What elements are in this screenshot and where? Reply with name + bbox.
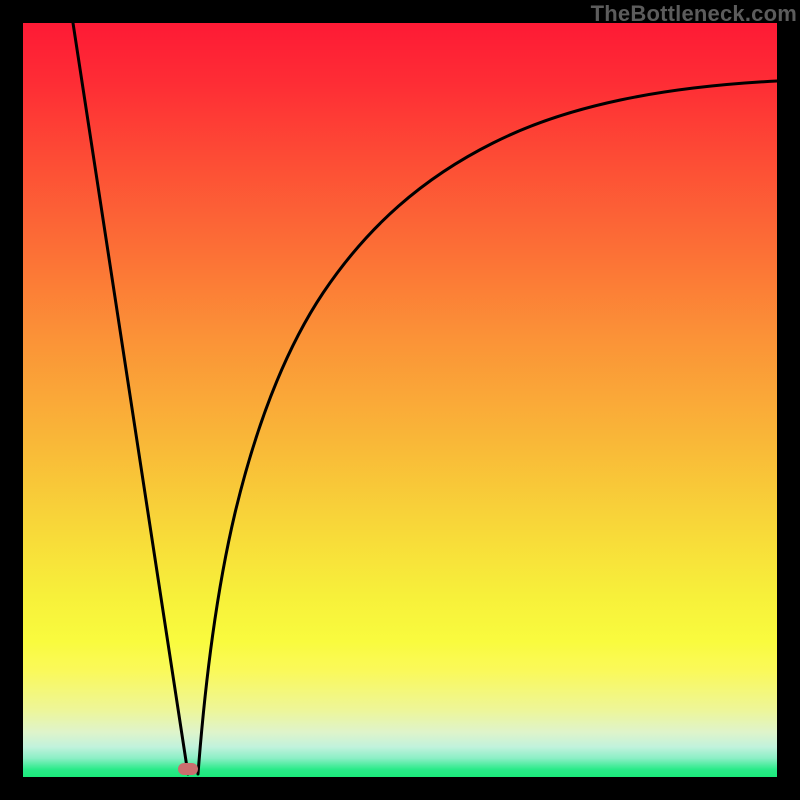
chart-frame: TheBottleneck.com <box>23 23 777 777</box>
bottleneck-marker <box>178 763 198 775</box>
curve-layer <box>23 23 777 777</box>
bottleneck-curve-left <box>73 23 188 774</box>
bottleneck-curve-right <box>198 81 777 774</box>
